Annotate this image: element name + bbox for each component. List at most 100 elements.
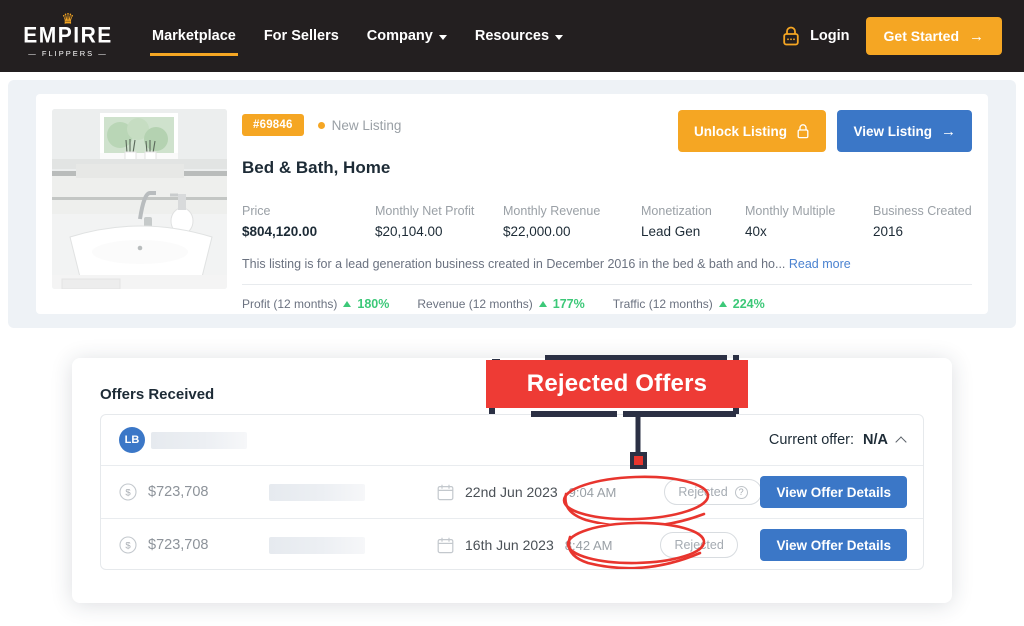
logo-wordmark: EMPIRE	[23, 24, 113, 47]
offer-detail-redacted	[269, 537, 365, 554]
arrow-right-icon: →	[941, 124, 956, 139]
offers-table: LB Current offer: N/A $ $723,708	[100, 414, 924, 570]
listing-section: #69846 New Listing Bed & Bath, Home Pric…	[8, 80, 1016, 328]
view-listing-button[interactable]: View Listing →	[837, 110, 972, 152]
view-offer-details-button[interactable]: View Offer Details	[760, 476, 907, 508]
get-started-label: Get Started	[884, 28, 959, 44]
offer-time: 9:04 AM	[569, 485, 617, 500]
padlock-icon	[796, 123, 810, 139]
offer-amount-cell: $ $723,708	[119, 483, 269, 501]
offer-date-cell: 22nd Jun 2023 9:04 AM	[437, 484, 616, 501]
growth-value: 180%	[357, 297, 389, 311]
card-divider	[242, 284, 972, 285]
metric-monthly-net-profit: Monthly Net Profit $20,104.00	[375, 204, 503, 239]
page-root: ♛ EMPIRE — FLIPPERS — Marketplace For Se…	[0, 0, 1024, 626]
crown-icon: ♛	[61, 15, 74, 24]
status-label: New Listing	[332, 118, 402, 133]
metric-label: Monetization	[641, 204, 745, 218]
status-badge: Rejected ?	[664, 479, 761, 505]
metric-value: $22,000.00	[503, 224, 641, 239]
logo-subtitle: — FLIPPERS —	[28, 49, 107, 58]
offers-received-card: Offers Received LB Current offer: N/A $	[72, 358, 952, 603]
table-row: $ $723,708 16th Jun 2023 8:42 AM	[101, 519, 923, 570]
calendar-icon	[437, 484, 454, 501]
avatar: LB	[119, 427, 145, 453]
offer-time: 8:42 AM	[565, 538, 613, 553]
listing-metrics: Price $804,120.00 Monthly Net Profit $20…	[242, 204, 972, 239]
current-offer-label: Current offer:	[769, 432, 854, 448]
chevron-up-icon[interactable]	[895, 436, 906, 447]
dollar-circle-icon: $	[119, 536, 137, 554]
listing-title: Bed & Bath, Home	[242, 158, 390, 178]
listing-status: New Listing	[318, 118, 402, 133]
offer-detail-redacted	[269, 484, 365, 501]
triangle-up-icon	[343, 301, 351, 307]
metric-monthly-multiple: Monthly Multiple 40x	[745, 204, 873, 239]
get-started-button[interactable]: Get Started →	[866, 17, 1002, 55]
metric-value: $20,104.00	[375, 224, 503, 239]
read-more-link[interactable]: Read more	[789, 257, 851, 271]
nav-label: Marketplace	[152, 28, 236, 44]
listing-badges: #69846 New Listing	[242, 114, 401, 136]
offers-table-header: LB Current offer: N/A	[101, 415, 923, 465]
padlock-icon	[781, 25, 801, 47]
listing-card: #69846 New Listing Bed & Bath, Home Pric…	[36, 94, 988, 314]
growth-label: Profit (12 months)	[242, 297, 337, 311]
bathroom-sink-photo	[52, 109, 227, 289]
nav-item-marketplace[interactable]: Marketplace	[150, 24, 238, 48]
metric-label: Business Created	[873, 204, 972, 218]
offers-section-title: Offers Received	[100, 386, 214, 403]
listing-thumbnail[interactable]	[52, 109, 227, 289]
empire-flippers-logo[interactable]: ♛ EMPIRE — FLIPPERS —	[22, 10, 114, 62]
triangle-up-icon	[719, 301, 727, 307]
nav-item-for-sellers[interactable]: For Sellers	[262, 24, 341, 48]
offer-amount: $723,708	[148, 537, 208, 553]
question-mark-icon[interactable]: ?	[735, 486, 748, 499]
nav-links: Marketplace For Sellers Company Resource…	[150, 24, 565, 48]
offer-date: 22nd Jun 2023	[465, 484, 558, 500]
view-offer-details-button[interactable]: View Offer Details	[760, 529, 907, 561]
offer-date: 16th Jun 2023	[465, 537, 554, 553]
offer-amount-cell: $ $723,708	[119, 536, 269, 554]
offer-amount: $723,708	[148, 484, 208, 500]
metric-label: Price	[242, 204, 375, 218]
nav-label: Resources	[475, 28, 549, 44]
nav-item-resources[interactable]: Resources	[473, 24, 565, 48]
nav-label: For Sellers	[264, 28, 339, 44]
metric-price: Price $804,120.00	[242, 204, 375, 239]
metric-monthly-revenue: Monthly Revenue $22,000.00	[503, 204, 641, 239]
active-underline	[150, 53, 238, 56]
offer-date-cell: 16th Jun 2023 8:42 AM	[437, 537, 612, 554]
growth-revenue: Revenue (12 months) 177%	[417, 297, 584, 311]
chevron-down-icon	[439, 35, 447, 40]
chevron-down-icon	[555, 35, 563, 40]
nav-label: Company	[367, 28, 433, 44]
growth-traffic: Traffic (12 months) 224%	[613, 297, 765, 311]
unlock-label: Unlock Listing	[694, 124, 787, 139]
offer-status-cell: Rejected ?	[664, 479, 761, 505]
calendar-icon	[437, 537, 454, 554]
listing-description: This listing is for a lead generation bu…	[242, 257, 972, 271]
status-badge-label: Rejected	[674, 538, 723, 552]
nav-item-company[interactable]: Company	[365, 24, 449, 48]
svg-text:$: $	[125, 541, 131, 552]
arrow-right-icon: →	[969, 29, 984, 44]
svg-text:$: $	[125, 488, 131, 499]
growth-value: 177%	[553, 297, 585, 311]
unlock-listing-button[interactable]: Unlock Listing	[678, 110, 826, 152]
buyer-name-redacted	[151, 432, 247, 449]
metric-value: Lead Gen	[641, 224, 745, 239]
status-dot-icon	[318, 122, 325, 129]
top-navbar: ♛ EMPIRE — FLIPPERS — Marketplace For Se…	[0, 0, 1024, 72]
metric-value: 40x	[745, 224, 873, 239]
growth-label: Traffic (12 months)	[613, 297, 713, 311]
current-offer-value: N/A	[863, 432, 888, 448]
description-text: This listing is for a lead generation bu…	[242, 257, 785, 271]
metric-value: 2016	[873, 224, 972, 239]
login-button[interactable]: Login	[781, 25, 849, 47]
current-offer-summary[interactable]: Current offer: N/A	[769, 432, 905, 448]
status-badge: Rejected	[660, 532, 737, 558]
nav-right-actions: Login Get Started →	[781, 17, 1002, 55]
growth-value: 224%	[733, 297, 765, 311]
triangle-up-icon	[539, 301, 547, 307]
